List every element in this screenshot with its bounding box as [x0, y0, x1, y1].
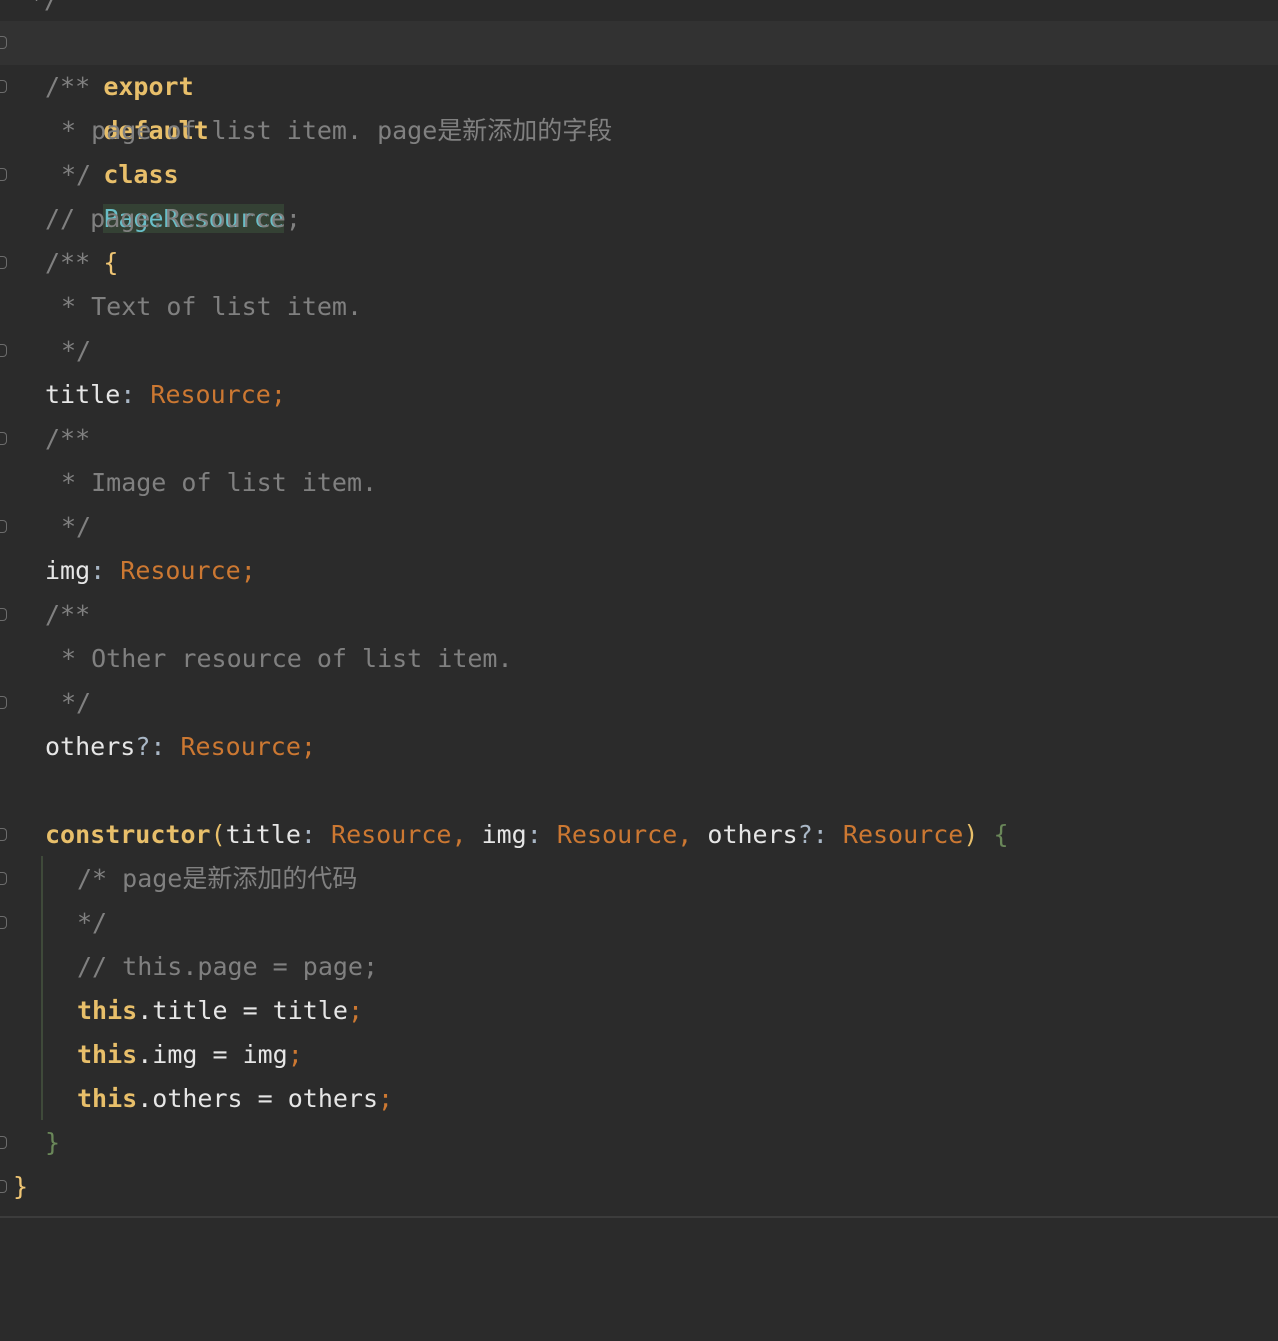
comment-text: /** [45, 424, 91, 453]
code-line: this.title = title; [0, 989, 1278, 1033]
fold-marker-icon[interactable] [0, 872, 7, 885]
comment-text: * Image of list item. [61, 468, 378, 497]
comment-text: /** [45, 72, 91, 101]
code-line: /** [0, 417, 1278, 461]
comment-text: */ [77, 908, 108, 937]
comment-text: */ [61, 336, 92, 365]
comment-text: /** [45, 248, 91, 277]
code-line: } [0, 1121, 1278, 1165]
statement: .title = title [137, 996, 348, 1025]
fold-marker-icon[interactable] [0, 520, 7, 533]
code-line: */ [0, 153, 1278, 197]
comment-text: */ [61, 512, 92, 541]
fold-marker-icon[interactable] [0, 1180, 7, 1193]
semicolon: ; [378, 1084, 394, 1113]
keyword: this [77, 996, 138, 1025]
comment-text: * page of list item. page是新添加的字段 [61, 116, 613, 145]
fold-marker-icon[interactable] [0, 1136, 7, 1149]
keyword: this [77, 1084, 138, 1113]
code-line: constructor(title: Resource, img: Resour… [0, 813, 1278, 857]
type-name: Resource [180, 732, 301, 761]
semicolon: ; [240, 556, 256, 585]
code-line: * page of list item. page是新添加的字段 [0, 109, 1278, 153]
code-line: // this.page = page; [0, 945, 1278, 989]
code-line: /* page是新添加的代码 [0, 857, 1278, 901]
comment-text: * Text of list item. [61, 292, 363, 321]
fold-marker-icon[interactable] [0, 432, 7, 445]
code-line: title: Resource; [0, 373, 1278, 417]
fold-marker-icon[interactable] [0, 828, 7, 841]
code-line: img: Resource; [0, 549, 1278, 593]
colon: : [526, 820, 542, 849]
type-name: Resource [331, 820, 452, 849]
semicolon: ; [347, 996, 363, 1025]
code-line: // page:Resource; [0, 197, 1278, 241]
code-editor[interactable]: */ export default class PageResource { /… [0, 0, 1278, 1218]
fold-marker-icon[interactable] [0, 80, 7, 93]
brace: { [993, 820, 1009, 849]
param-name: img [481, 820, 527, 849]
comment-text: */ [61, 688, 92, 717]
field-name: others [45, 732, 136, 761]
field-name: img [45, 556, 91, 585]
code-line-current: export default class PageResource { [0, 21, 1278, 277]
code-line: */ [0, 505, 1278, 549]
code-line: /** [0, 241, 1278, 285]
type-name: Resource [556, 820, 678, 849]
fold-marker-icon[interactable] [0, 168, 7, 181]
code-line: * Text of list item. [0, 285, 1278, 329]
semicolon: ; [270, 380, 286, 409]
fold-marker-icon[interactable] [0, 916, 7, 929]
fold-marker-icon[interactable] [0, 344, 7, 357]
comment-text: */ [29, 0, 59, 22]
comment-text: /* page是新添加的代码 [77, 864, 358, 893]
code-line: */ [0, 329, 1278, 373]
fold-marker-icon[interactable] [0, 608, 7, 621]
paren: ) [963, 820, 979, 849]
code-line: */ [0, 681, 1278, 725]
field-name: title [45, 380, 121, 409]
param-name: others [707, 820, 798, 849]
code-line: * Other resource of list item. [0, 637, 1278, 681]
paren: ( [210, 820, 226, 849]
code-line: } [0, 1165, 1278, 1209]
code-line: /** [0, 65, 1278, 109]
semicolon: ; [287, 1040, 303, 1069]
param-name: title [225, 820, 301, 849]
type-name: Resource [150, 380, 271, 409]
comma: , [677, 820, 693, 849]
comment-text: /** [45, 600, 91, 629]
comment-text: // this.page = page; [77, 952, 379, 981]
code-line: * Image of list item. [0, 461, 1278, 505]
colon: : [300, 820, 316, 849]
code-line: */ [0, 901, 1278, 945]
code-line: this.img = img; [0, 1033, 1278, 1077]
type-name: Resource [120, 556, 241, 585]
fold-marker-icon[interactable] [0, 36, 7, 49]
brace: } [45, 1128, 61, 1157]
brace: } [13, 1172, 29, 1201]
comment-text: * Other resource of list item. [61, 644, 513, 673]
comma: , [451, 820, 467, 849]
code-line: /** [0, 593, 1278, 637]
code-line: others?: Resource; [0, 725, 1278, 769]
colon: ?: [135, 732, 166, 761]
code-line: */ [0, 0, 1278, 22]
semicolon: ; [300, 732, 316, 761]
keyword: constructor [45, 820, 211, 849]
keyword: this [77, 1040, 138, 1069]
fold-marker-icon[interactable] [0, 696, 7, 709]
type-name: Resource [842, 820, 964, 849]
statement: .img = img [137, 1040, 288, 1069]
statement: .others = others [137, 1084, 379, 1113]
comment-text: */ [61, 160, 92, 189]
colon: : [120, 380, 136, 409]
colon: : [90, 556, 106, 585]
code-line: this.others = others; [0, 1077, 1278, 1121]
fold-marker-icon[interactable] [0, 256, 7, 269]
colon: ?: [797, 820, 828, 849]
comment-text: // page:Resource; [45, 204, 301, 233]
